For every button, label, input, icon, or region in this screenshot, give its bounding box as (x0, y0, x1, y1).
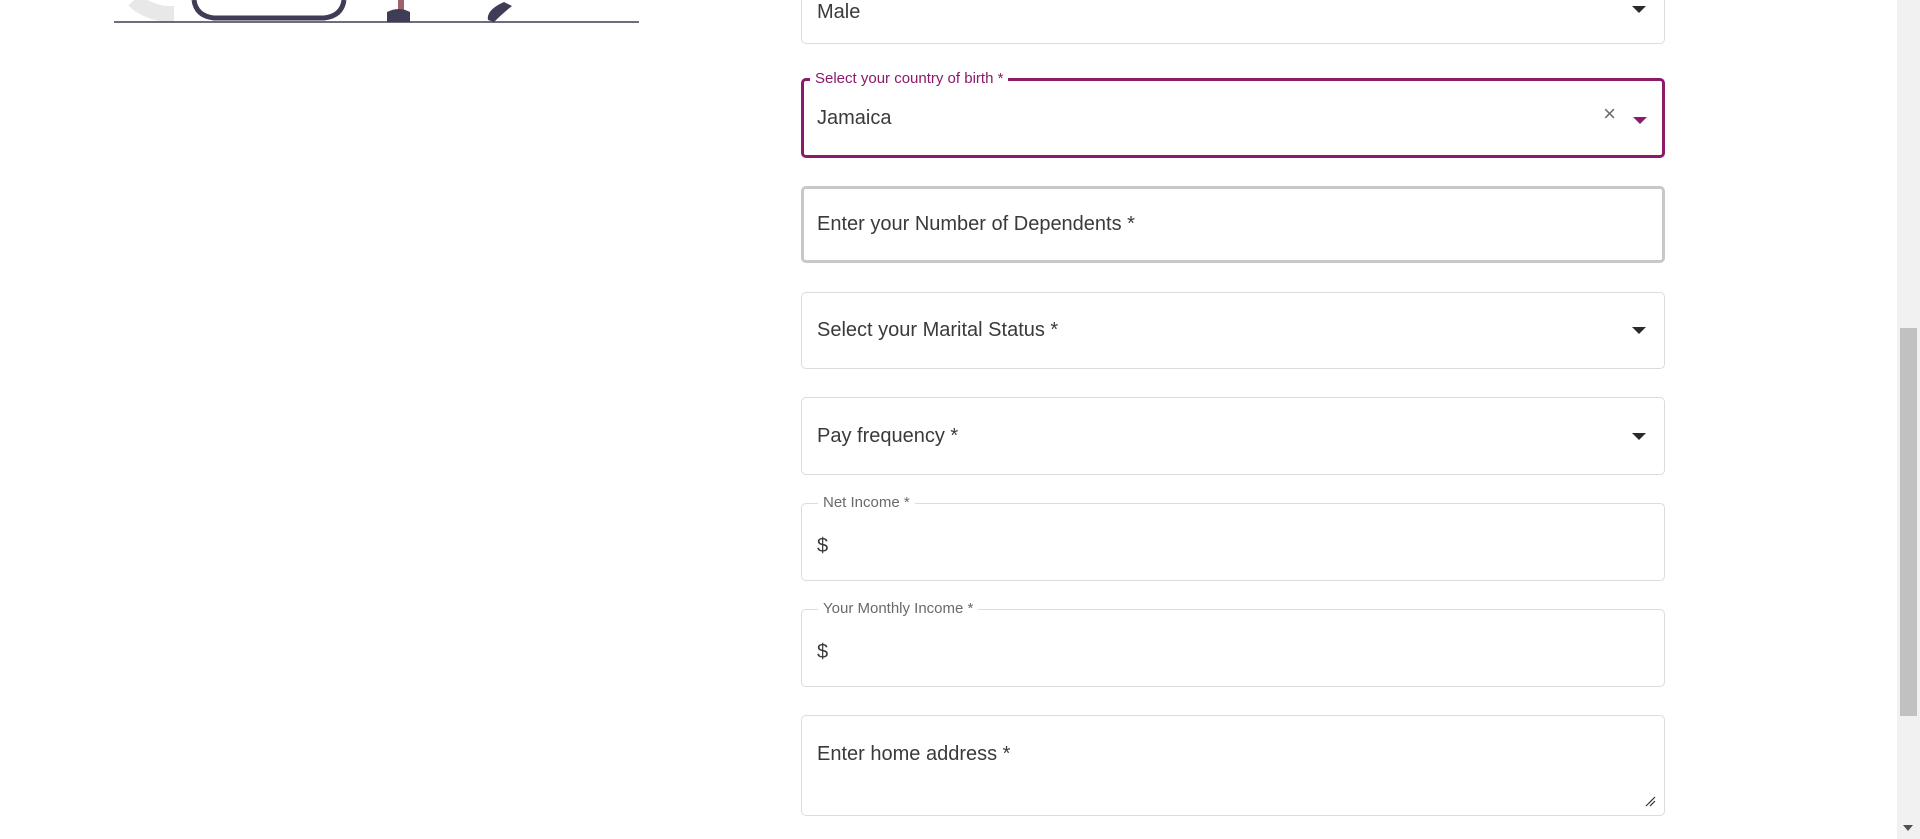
net-income-input[interactable]: Net Income * $ (801, 494, 1665, 581)
dependents-input[interactable]: Enter your Number of Dependents * (801, 186, 1665, 263)
country-of-birth-value: Jamaica (817, 107, 892, 129)
home-address-placeholder: Enter home address * (817, 743, 1011, 765)
marital-status-select[interactable]: Select your Marital Status * (801, 292, 1665, 369)
marital-status-placeholder: Select your Marital Status * (817, 319, 1059, 341)
home-address-textarea[interactable]: Enter home address * (801, 715, 1665, 816)
page: Male Select your country of birth * Jama… (0, 0, 1920, 839)
gender-value: Male (817, 1, 861, 23)
chevron-down-icon[interactable] (1632, 6, 1646, 13)
net-income-prefix: $ (817, 535, 829, 557)
resize-handle-icon[interactable] (1644, 795, 1656, 807)
scrollbar-thumb[interactable] (1900, 328, 1917, 716)
scroll-down-arrow-icon[interactable] (1903, 825, 1913, 831)
chevron-down-icon[interactable] (1633, 117, 1647, 124)
dependents-placeholder: Enter your Number of Dependents * (817, 213, 1135, 235)
clear-icon[interactable]: × (1603, 103, 1616, 125)
decorative-illustration (114, 0, 639, 23)
chevron-down-icon[interactable] (1632, 327, 1646, 334)
gender-select[interactable]: Male (801, 0, 1665, 44)
country-of-birth-select[interactable]: Select your country of birth * Jamaica × (801, 70, 1665, 158)
net-income-label: Net Income * (818, 494, 915, 511)
pay-frequency-placeholder: Pay frequency * (817, 425, 959, 447)
country-of-birth-label: Select your country of birth * (810, 70, 1009, 87)
monthly-income-label: Your Monthly Income * (818, 600, 979, 617)
monthly-income-prefix: $ (817, 641, 829, 663)
monthly-income-input[interactable]: Your Monthly Income * $ (801, 600, 1665, 687)
chevron-down-icon[interactable] (1632, 433, 1646, 440)
pay-frequency-select[interactable]: Pay frequency * (801, 397, 1665, 475)
vertical-scrollbar[interactable] (1897, 0, 1920, 839)
